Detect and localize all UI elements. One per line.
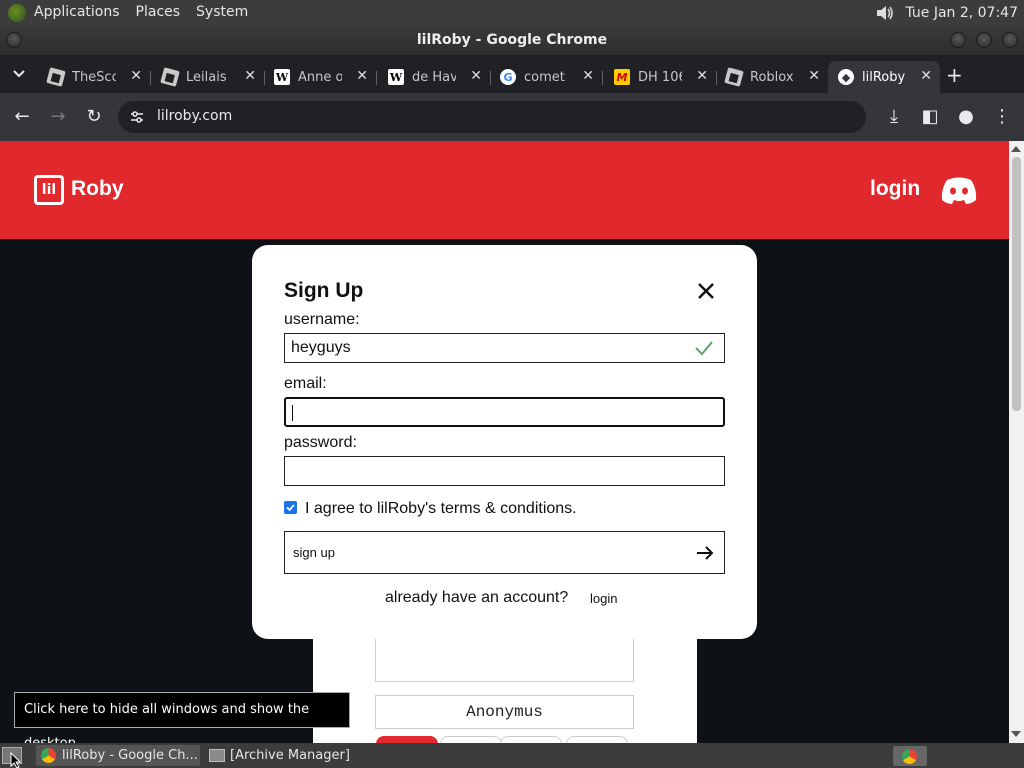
profile-icon[interactable]: ● xyxy=(954,105,978,129)
roblox-icon: ■ xyxy=(724,67,744,87)
tab-close-icon[interactable]: ✕ xyxy=(470,68,482,84)
download-icon[interactable]: ⤓ xyxy=(882,105,906,129)
password-field[interactable] xyxy=(284,456,725,486)
top-panel: Applications Places System Tue Jan 2, 07… xyxy=(0,0,1024,25)
back-arrow-icon[interactable]: ← xyxy=(10,105,34,129)
scrollbar-thumb[interactable] xyxy=(1012,157,1021,411)
modal-title: Sign Up xyxy=(284,279,364,302)
username-field[interactable]: heyguys xyxy=(284,333,725,363)
page-viewport: lil Roby login Anonymus Sign Up username… xyxy=(0,141,1024,743)
bottom-taskbar: lilRoby - Google Ch... [Archive Manager] xyxy=(0,743,1024,768)
tab-strip: ■ TheSco ✕ ■ Leilais ✕ W Anne of ✕ W de … xyxy=(0,55,1024,93)
window-titlebar[interactable]: lilRoby - Google Chrome xyxy=(0,25,1024,55)
email-label: email: xyxy=(284,375,327,392)
tab-close-icon[interactable]: ✕ xyxy=(130,68,142,84)
background-textarea[interactable] xyxy=(375,637,634,682)
tab-dh106[interactable]: M DH 106 ✕ xyxy=(604,61,716,93)
background-tab[interactable] xyxy=(440,736,502,743)
roblox-icon: ■ xyxy=(46,67,66,87)
email-field[interactable] xyxy=(284,397,725,427)
password-label: password: xyxy=(284,434,357,451)
taskbar-item-archive-manager[interactable]: [Archive Manager] xyxy=(204,745,354,766)
gnome-foot-icon xyxy=(8,3,26,22)
lilroby-icon: ◆ xyxy=(838,69,854,85)
background-tab[interactable] xyxy=(376,736,438,743)
tab-anne-of[interactable]: W Anne of ✕ xyxy=(264,61,376,93)
forward-arrow-icon[interactable]: → xyxy=(46,105,70,129)
agree-checkbox[interactable] xyxy=(284,501,297,514)
window-title: lilRoby - Google Chrome xyxy=(416,32,608,48)
checkmark-icon xyxy=(695,341,713,356)
site-info-tune-icon[interactable] xyxy=(129,109,145,125)
places-menu[interactable]: Places xyxy=(128,0,189,25)
header-login-link[interactable]: login xyxy=(870,177,920,201)
mouse-cursor-icon xyxy=(10,752,22,768)
tab-thescore[interactable]: ■ TheSco ✕ xyxy=(38,61,150,93)
signup-modal: Sign Up username: heyguys email: passwor… xyxy=(252,245,757,639)
side-panel-icon[interactable]: ◧ xyxy=(918,105,942,129)
minimize-button[interactable] xyxy=(950,32,966,48)
taskbar-item-label: lilRoby - Google Ch... xyxy=(62,748,198,763)
tab-close-icon[interactable]: ✕ xyxy=(582,68,594,84)
m-icon: M xyxy=(614,69,630,85)
tab-close-icon[interactable]: ✕ xyxy=(356,68,368,84)
discord-icon[interactable] xyxy=(940,175,978,205)
url-text[interactable]: lilroby.com xyxy=(157,108,232,124)
modal-login-link[interactable]: login xyxy=(590,591,617,606)
roblox-icon: ■ xyxy=(160,67,180,87)
signup-button[interactable]: sign up xyxy=(284,531,725,574)
scroll-down-arrow-icon[interactable] xyxy=(1011,731,1021,737)
tab-close-icon[interactable]: ✕ xyxy=(244,68,256,84)
applications-menu[interactable]: Applications xyxy=(26,0,128,25)
site-logo-text[interactable]: Roby xyxy=(71,177,124,201)
tab-search-chevron-icon[interactable] xyxy=(12,68,26,80)
page-scrollbar[interactable] xyxy=(1009,141,1024,743)
background-name-field[interactable]: Anonymus xyxy=(375,695,634,729)
archive-manager-icon xyxy=(209,749,225,762)
tab-close-icon[interactable]: ✕ xyxy=(920,68,932,84)
google-icon: G xyxy=(500,69,516,85)
tab-lilroby[interactable]: ◆ lilRoby ✕ xyxy=(828,61,940,93)
username-label: username: xyxy=(284,311,360,328)
wikipedia-icon: W xyxy=(388,69,404,85)
reload-icon[interactable]: ↻ xyxy=(82,105,106,129)
tab-roblox[interactable]: ■ Roblox ✕ xyxy=(716,61,828,93)
window-menu-button[interactable] xyxy=(6,32,22,48)
new-tab-plus-icon[interactable]: + xyxy=(946,63,963,87)
already-have-account-text: already have an account? xyxy=(385,589,569,606)
maximize-button[interactable] xyxy=(976,32,992,48)
chrome-icon xyxy=(41,748,56,763)
background-tab[interactable] xyxy=(500,736,562,743)
taskbar-item-chrome[interactable]: lilRoby - Google Ch... xyxy=(36,745,200,766)
arrow-right-icon xyxy=(697,546,714,560)
close-icon[interactable] xyxy=(694,279,718,303)
tab-close-icon[interactable]: ✕ xyxy=(696,68,708,84)
site-header: lil Roby login xyxy=(0,141,1009,239)
clock[interactable]: Tue Jan 2, 07:47 xyxy=(905,5,1018,21)
tab-de-havilland[interactable]: W de Havi ✕ xyxy=(378,61,490,93)
background-tab[interactable] xyxy=(566,736,628,743)
text-caret xyxy=(292,405,293,421)
tab-leilais[interactable]: ■ Leilais ✕ xyxy=(152,61,264,93)
scroll-up-arrow-icon[interactable] xyxy=(1011,146,1021,152)
wikipedia-icon: W xyxy=(274,69,290,85)
signup-button-label: sign up xyxy=(293,545,335,560)
menu-kebab-icon[interactable]: ⋮ xyxy=(990,105,1014,129)
close-window-button[interactable] xyxy=(1002,32,1018,48)
tab-close-icon[interactable]: ✕ xyxy=(808,68,820,84)
agree-label[interactable]: I agree to lilRoby's terms & conditions. xyxy=(305,500,577,518)
system-menu[interactable]: System xyxy=(188,0,256,25)
username-value: heyguys xyxy=(291,339,351,356)
tab-comet[interactable]: G comet ✕ xyxy=(490,61,602,93)
site-logo-icon[interactable]: lil xyxy=(34,175,64,205)
tray-chrome-icon[interactable] xyxy=(893,746,927,766)
volume-icon[interactable] xyxy=(875,4,895,22)
taskbar-item-label: [Archive Manager] xyxy=(230,748,350,763)
show-desktop-tooltip: Click here to hide all windows and show … xyxy=(14,692,350,751)
checkbox-check-icon xyxy=(286,504,295,512)
